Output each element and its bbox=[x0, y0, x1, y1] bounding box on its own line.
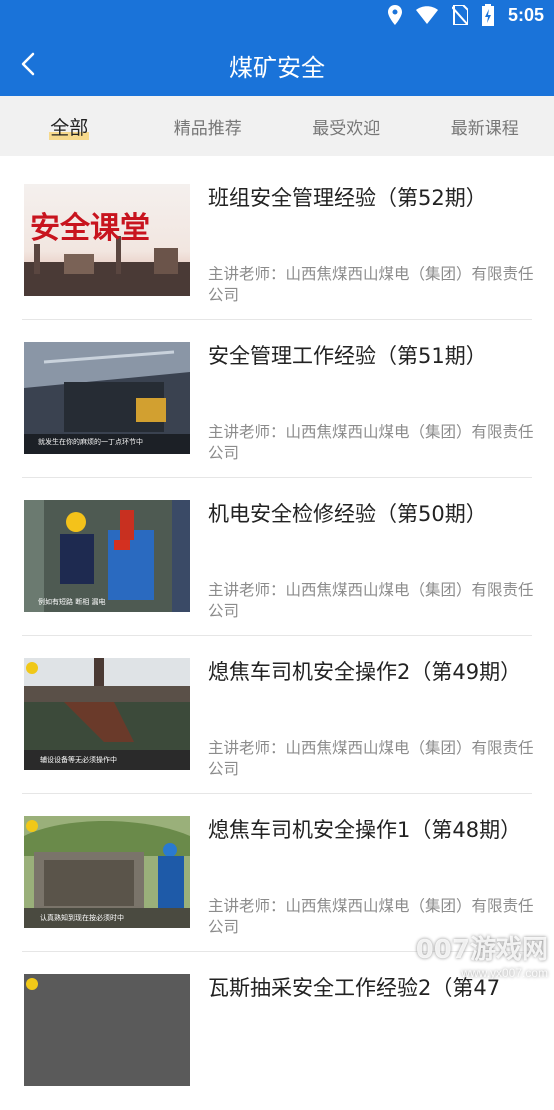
watermark-url: www.yx007.com bbox=[416, 966, 548, 980]
thumbnail-caption: 就发生在你的麻烦的一丁点环节中 bbox=[38, 437, 143, 446]
tab-label: 最新课程 bbox=[451, 114, 519, 139]
course-thumbnail: 例如有短路 断相 漏电 bbox=[24, 500, 190, 612]
watermark-main: 007游戏网 bbox=[416, 929, 548, 966]
course-item[interactable]: 安全课堂 班组安全管理经验（第52期） 主讲老师：山西焦煤西山煤电（集团）有限责… bbox=[22, 162, 532, 320]
course-title: 机电安全检修经验（第50期） bbox=[208, 496, 538, 532]
tab-label: 最受欢迎 bbox=[312, 114, 380, 139]
no-sim-icon bbox=[452, 5, 468, 25]
course-thumbnail bbox=[24, 974, 190, 1086]
status-icons: 5:05 bbox=[388, 4, 544, 26]
tab-all[interactable]: 全部 bbox=[0, 96, 139, 156]
status-bar: 5:05 bbox=[0, 0, 554, 32]
thumbnail-caption: 辅设设备等无必须操作中 bbox=[40, 755, 117, 764]
course-teacher: 主讲老师：山西焦煤西山煤电（集团）有限责任公司 bbox=[208, 738, 538, 780]
tab-popular[interactable]: 最受欢迎 bbox=[277, 96, 416, 156]
course-title: 熄焦车司机安全操作2（第49期） bbox=[208, 654, 538, 690]
tab-label: 全部 bbox=[50, 113, 88, 140]
course-thumbnail: 认真熟知到现在按必须时中 bbox=[24, 816, 190, 928]
thumbnail-caption: 安全课堂 bbox=[30, 211, 150, 246]
course-item[interactable]: 辅设设备等无必须操作中 熄焦车司机安全操作2（第49期） 主讲老师：山西焦煤西山… bbox=[22, 636, 532, 794]
thumbnail-caption: 例如有短路 断相 漏电 bbox=[38, 597, 105, 606]
course-title: 安全管理工作经验（第51期） bbox=[208, 338, 538, 374]
tab-newest[interactable]: 最新课程 bbox=[416, 96, 554, 156]
course-teacher: 主讲老师：山西焦煤西山煤电（集团）有限责任公司 bbox=[208, 422, 538, 464]
location-icon bbox=[388, 5, 402, 25]
course-teacher: 主讲老师：山西焦煤西山煤电（集团）有限责任公司 bbox=[208, 580, 538, 622]
course-title: 熄焦车司机安全操作1（第48期） bbox=[208, 812, 538, 848]
app-bar: 煤矿安全 bbox=[0, 32, 554, 96]
battery-charging-icon bbox=[482, 4, 494, 26]
course-item[interactable]: 就发生在你的麻烦的一丁点环节中 安全管理工作经验（第51期） 主讲老师：山西焦煤… bbox=[22, 320, 532, 478]
course-thumbnail: 就发生在你的麻烦的一丁点环节中 bbox=[24, 342, 190, 454]
course-thumbnail: 安全课堂 bbox=[24, 184, 190, 296]
course-teacher: 主讲老师：山西焦煤西山煤电（集团）有限责任公司 bbox=[208, 264, 538, 306]
thumbnail-caption: 认真熟知到现在按必须时中 bbox=[40, 913, 124, 922]
category-tabs: 全部 精品推荐 最受欢迎 最新课程 bbox=[0, 96, 554, 156]
watermark: 007游戏网 www.yx007.com bbox=[416, 929, 548, 980]
page-title: 煤矿安全 bbox=[0, 48, 554, 83]
tab-label: 精品推荐 bbox=[174, 114, 242, 139]
course-title: 班组安全管理经验（第52期） bbox=[208, 180, 538, 216]
status-time: 5:05 bbox=[508, 5, 544, 26]
wifi-icon bbox=[416, 6, 438, 24]
tab-featured[interactable]: 精品推荐 bbox=[139, 96, 278, 156]
course-thumbnail: 辅设设备等无必须操作中 bbox=[24, 658, 190, 770]
course-item[interactable]: 例如有短路 断相 漏电 机电安全检修经验（第50期） 主讲老师：山西焦煤西山煤电… bbox=[22, 478, 532, 636]
